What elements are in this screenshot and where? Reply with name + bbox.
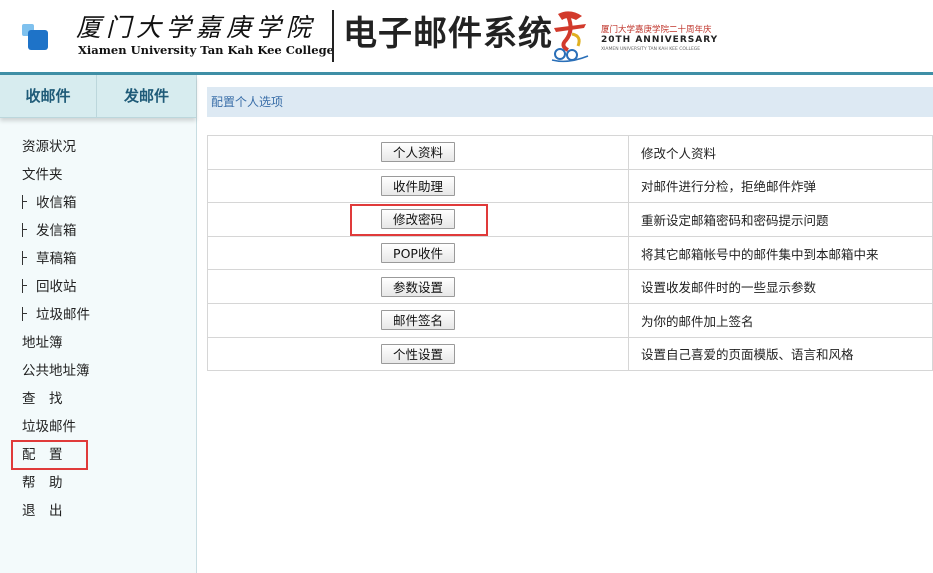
table-row: 个性设置 设置自己喜爱的页面模版、语言和风格: [207, 336, 933, 372]
sidebar-item-label: 垃圾邮件: [36, 307, 90, 323]
sidebar-item-folders[interactable]: 文件夹: [22, 165, 63, 185]
anniversary-subtext: XIAMEN UNIVERSITY TAN KAH KEE COLLEGE: [601, 47, 701, 52]
tree-branch-icon: [22, 279, 32, 293]
sidebar-item-inbox[interactable]: 收信箱: [22, 193, 77, 213]
sidebar-item-label: 地址簿: [22, 335, 63, 351]
sidebar-item-label: 资源状况: [22, 139, 76, 155]
tree-branch-icon: [22, 195, 32, 209]
mail-assistant-button[interactable]: 收件助理: [381, 175, 455, 196]
sidebar-item-logout[interactable]: 退 出: [22, 501, 63, 521]
option-description: 修改个人资料: [628, 135, 933, 170]
breadcrumb: 配置个人选项: [207, 87, 933, 117]
tab-send-mail[interactable]: 发邮件: [97, 75, 196, 117]
option-description: 将其它邮箱帐号中的邮件集中到本邮箱中来: [628, 235, 933, 271]
sidebar-item-label: 帮 助: [22, 475, 63, 491]
sidebar-item-label: 草稿箱: [36, 251, 77, 267]
school-name-cn: 厦门大学嘉庚学院: [76, 13, 317, 42]
anniversary-text-en: 20TH ANNIVERSARY: [601, 35, 719, 45]
system-title: 电子邮件系统: [343, 14, 553, 54]
table-row: 修改密码 重新设定邮箱密码和密码提示问题: [207, 202, 933, 237]
header-divider: [332, 10, 334, 62]
table-row: 参数设置 设置收发邮件时的一些显示参数: [207, 269, 933, 304]
personal-info-button[interactable]: 个人资料: [381, 142, 455, 163]
table-row: 个人资料 修改个人资料: [207, 135, 933, 170]
sidebar-tabs: 收邮件 发邮件: [0, 75, 196, 118]
option-description: 对邮件进行分检，拒绝邮件炸弹: [628, 168, 933, 204]
sidebar-item-label: 查 找: [22, 391, 63, 407]
sidebar-item-label: 退 出: [22, 503, 63, 519]
main-content: 配置个人选项 个人资料 修改个人资料 收件助理 对邮件进行分检，拒绝邮件炸弹 修…: [197, 75, 933, 573]
mail-signature-button[interactable]: 邮件签名: [381, 310, 455, 331]
college-logo-icon: [22, 22, 52, 52]
options-table: 个人资料 修改个人资料 收件助理 对邮件进行分检，拒绝邮件炸弹 修改密码 重新设…: [207, 135, 933, 372]
table-row: POP收件 将其它邮箱帐号中的邮件集中到本邮箱中来: [207, 235, 933, 271]
anniversary-text-cn: 厦门大学嘉庚学院二十周年庆: [601, 25, 712, 35]
sidebar-item-label: 公共地址簿: [22, 363, 90, 379]
option-description: 为你的邮件加上签名: [628, 302, 933, 338]
sidebar-item-resource-status[interactable]: 资源状况: [22, 137, 76, 157]
sidebar-item-public-address-book[interactable]: 公共地址簿: [22, 361, 90, 381]
table-row: 邮件签名 为你的邮件加上签名: [207, 302, 933, 338]
sidebar-item-label: 文件夹: [22, 167, 63, 183]
sidebar-item-label: 发信箱: [36, 223, 77, 239]
sidebar-item-label: 回收站: [36, 279, 77, 295]
sidebar-item-address-book[interactable]: 地址簿: [22, 333, 63, 353]
option-description: 设置自己喜爱的页面模版、语言和风格: [628, 336, 933, 372]
tree-branch-icon: [22, 223, 32, 237]
sidebar-item-label: 垃圾邮件: [22, 419, 76, 435]
sidebar-item-outbox[interactable]: 发信箱: [22, 221, 77, 241]
option-description: 设置收发邮件时的一些显示参数: [628, 269, 933, 304]
option-description: 重新设定邮箱密码和密码提示问题: [628, 202, 933, 237]
sidebar-item-help[interactable]: 帮 助: [22, 473, 63, 493]
tree-branch-icon: [22, 251, 32, 265]
sidebar-item-trash[interactable]: 回收站: [22, 277, 77, 297]
sidebar-item-junk-folder[interactable]: 垃圾邮件: [22, 305, 90, 325]
sidebar-item-junk-mail[interactable]: 垃圾邮件: [22, 417, 76, 437]
anniversary-emblem-icon: [551, 11, 589, 63]
tab-receive-mail[interactable]: 收邮件: [0, 75, 97, 117]
sidebar: 收邮件 发邮件 资源状况 文件夹 收信箱 发信箱 草稿箱 回收站 垃圾邮件 地址…: [0, 75, 197, 573]
highlight-box-settings: [11, 440, 88, 470]
parameter-settings-button[interactable]: 参数设置: [381, 276, 455, 297]
pop-fetch-button[interactable]: POP收件: [381, 243, 455, 264]
table-row: 收件助理 对邮件进行分检，拒绝邮件炸弹: [207, 168, 933, 204]
sidebar-item-label: 收信箱: [36, 195, 77, 211]
school-name-en: Xiamen University Tan Kah Kee College: [78, 43, 334, 57]
sidebar-item-drafts[interactable]: 草稿箱: [22, 249, 77, 269]
personalization-button[interactable]: 个性设置: [381, 343, 455, 364]
sidebar-item-search[interactable]: 查 找: [22, 389, 63, 409]
highlight-box-change-password: [350, 204, 488, 236]
page-header: 厦门大学嘉庚学院 Xiamen University Tan Kah Kee C…: [0, 0, 933, 72]
tree-branch-icon: [22, 307, 32, 321]
